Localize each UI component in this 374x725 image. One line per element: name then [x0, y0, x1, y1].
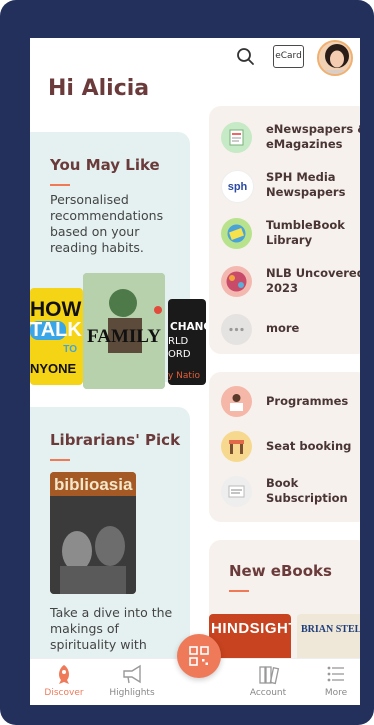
biblioasia-cover-art	[50, 496, 136, 594]
nav-label: Discover	[44, 688, 84, 698]
svg-text:sph: sph	[228, 181, 248, 193]
resource-item-tumblebook[interactable]: TumbleBook Library	[221, 216, 360, 252]
resource-label: NLB Uncovered 2023	[266, 266, 360, 295]
title-underline	[229, 590, 249, 592]
resource-label: SPH Media Newspapers	[266, 170, 346, 199]
list-icon	[327, 666, 344, 682]
nlb-uncovered-icon	[221, 266, 252, 297]
service-item-book-subscription[interactable]: Book Subscription	[221, 474, 360, 510]
book-text: BRIAN STELT	[301, 624, 360, 635]
book-cover-how-to-talk[interactable]: HOW TALK TO NYONE	[30, 288, 83, 385]
nav-label: Account	[249, 688, 287, 698]
you-may-like-title: You May Like	[50, 156, 160, 174]
service-label: Book Subscription	[266, 476, 348, 505]
device-frame: eCard Hi Alicia You May Like Personalise…	[0, 0, 374, 725]
newspaper-icon	[221, 122, 252, 153]
librarians-pick-title: Librarians' Pick	[50, 431, 181, 449]
you-may-like-description: Personalised recommendations based on yo…	[50, 192, 164, 255]
book-cover-family[interactable]: FAMILY	[83, 273, 165, 389]
books-icon	[259, 666, 280, 685]
nav-label: Highlights	[109, 688, 155, 698]
service-item-seat-booking[interactable]: Seat booking	[221, 429, 360, 465]
service-label: Seat booking	[266, 439, 352, 453]
nav-discover[interactable]: Discover	[34, 663, 94, 698]
book-text: TALK	[30, 319, 82, 341]
sph-icon: sph	[221, 170, 254, 203]
librarians-pick-description: Take a dive into the makings of spiritua…	[50, 605, 173, 652]
scan-qr-button[interactable]	[177, 634, 221, 678]
resource-item-sph[interactable]: sph SPH Media Newspapers	[221, 168, 360, 204]
megaphone-icon	[123, 664, 141, 684]
nav-label: More	[324, 688, 348, 698]
nav-account[interactable]: Account	[238, 663, 298, 698]
rocket-icon	[59, 665, 69, 684]
greeting-title: Hi Alicia	[48, 76, 150, 101]
you-may-like-card[interactable]: You May Like Personalised recommendation…	[30, 132, 206, 389]
resources-card: eNewspapers & eMagazines sph SPH Media N…	[209, 106, 360, 354]
title-underline	[50, 184, 70, 186]
title-underline	[50, 459, 70, 461]
service-label: Programmes	[266, 394, 349, 408]
qr-code-icon	[189, 646, 209, 666]
nav-highlights[interactable]: Highlights	[102, 663, 162, 698]
book-text: TO	[63, 344, 77, 355]
app-screen: eCard Hi Alicia You May Like Personalise…	[30, 38, 360, 705]
ecard-button[interactable]: eCard	[273, 45, 304, 68]
book-text: CHANGI	[170, 321, 206, 333]
book-box-icon	[221, 476, 252, 507]
programmes-icon	[221, 386, 252, 417]
resource-label: more	[266, 321, 300, 335]
nav-more[interactable]: More	[306, 663, 360, 698]
avatar-image	[319, 42, 351, 74]
librarians-pick-card[interactable]: Librarians' Pick biblioasia Take a dive …	[30, 407, 190, 687]
tumblebook-icon	[221, 218, 252, 249]
new-ebooks-title: New eBooks	[229, 562, 332, 580]
resource-item-more[interactable]: more	[221, 312, 360, 348]
search-button[interactable]	[235, 46, 257, 68]
book-text: NYONE	[30, 361, 77, 376]
book-text: y Natio	[168, 371, 200, 381]
book-text: HOW	[30, 298, 82, 321]
book-text: RLD ORD	[168, 336, 191, 360]
seat-icon	[221, 431, 252, 462]
avatar[interactable]	[317, 40, 353, 76]
service-item-programmes[interactable]: Programmes	[221, 384, 360, 420]
book-text: biblioasia	[54, 475, 133, 494]
more-icon	[221, 314, 252, 345]
search-icon	[237, 48, 254, 65]
book-cover-changing-world-order[interactable]: CHANGI RLD ORD y Natio	[168, 299, 206, 385]
book-text: FAMILY	[87, 326, 161, 347]
resource-label: TumbleBook Library	[266, 218, 345, 247]
services-card: Programmes Seat booking Book Subscriptio…	[209, 372, 360, 522]
book-cover-biblioasia[interactable]: biblioasia	[50, 472, 136, 594]
book-text: HINDSIGHT	[211, 620, 291, 637]
resource-label: eNewspapers & eMagazines	[266, 122, 360, 151]
resource-item-enewspapers[interactable]: eNewspapers & eMagazines	[221, 120, 360, 156]
resource-item-nlb-uncovered[interactable]: NLB Uncovered 2023	[221, 264, 360, 300]
